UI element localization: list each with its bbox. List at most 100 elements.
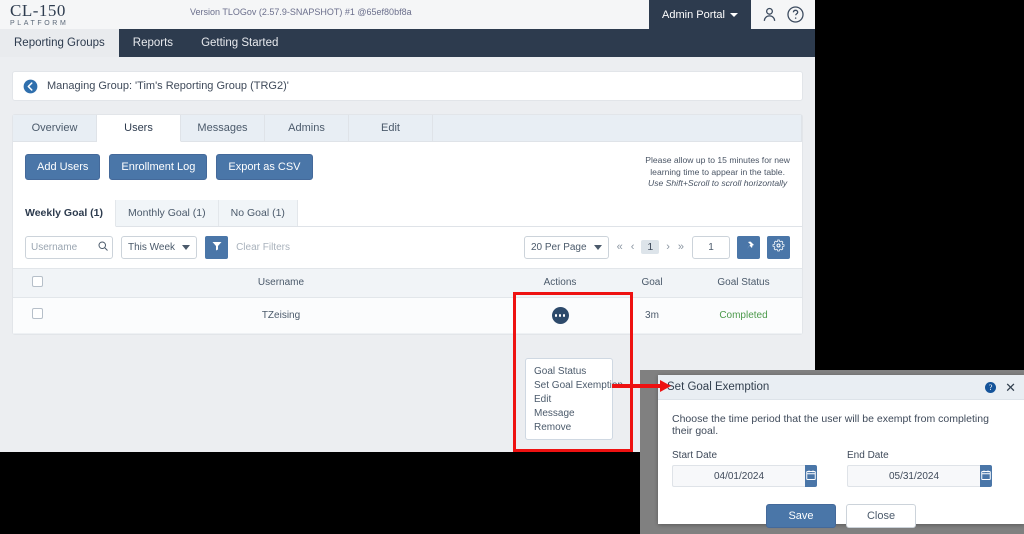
table-header-row: Username Actions Goal Goal Status bbox=[13, 267, 802, 298]
enrollment-log-button[interactable]: Enrollment Log bbox=[109, 154, 208, 180]
tab-label: Overview bbox=[31, 122, 78, 134]
col-username[interactable]: Username bbox=[61, 267, 501, 298]
panel-buttons: Add Users Enrollment Log Export as CSV bbox=[25, 154, 313, 180]
user-icon[interactable] bbox=[760, 5, 779, 24]
pin-icon bbox=[743, 240, 755, 255]
subtab-label: Weekly Goal (1) bbox=[25, 206, 104, 219]
pin-button[interactable] bbox=[737, 235, 760, 259]
nav-label: Reports bbox=[132, 37, 174, 49]
tab-overview[interactable]: Overview bbox=[13, 115, 97, 141]
col-select bbox=[13, 267, 61, 298]
info-icon[interactable]: ? bbox=[985, 381, 997, 393]
nav-item-reports[interactable]: Reports bbox=[119, 29, 187, 57]
users-table: Username Actions Goal Goal Status TZeisi… bbox=[13, 267, 802, 334]
close-icon[interactable]: ✕ bbox=[1005, 381, 1016, 394]
menu-item-goal-status[interactable]: Goal Status bbox=[526, 364, 612, 378]
gear-icon bbox=[772, 239, 785, 255]
nav-item-getting-started[interactable]: Getting Started bbox=[187, 29, 292, 57]
menu-item-message[interactable]: Message bbox=[526, 406, 612, 420]
table-body: TZeising 3m Completed bbox=[13, 297, 802, 334]
subtab-no-goal[interactable]: No Goal (1) bbox=[218, 199, 298, 226]
annotation-arrow bbox=[612, 380, 671, 392]
table-row: TZeising 3m Completed bbox=[13, 297, 802, 334]
col-goal[interactable]: Goal bbox=[619, 267, 685, 298]
users-panel: Overview Users Messages Admins Edit Add … bbox=[12, 114, 803, 335]
page-jump-input[interactable] bbox=[692, 235, 730, 259]
page-number-1[interactable]: 1 bbox=[641, 240, 660, 255]
modal-header-icons: ? ✕ bbox=[985, 381, 1016, 394]
row-select-cell bbox=[13, 297, 61, 334]
period-select-value: This Week bbox=[128, 241, 176, 253]
first-page-button[interactable]: « bbox=[616, 241, 624, 253]
col-goal-status[interactable]: Goal Status bbox=[685, 267, 802, 298]
modal-footer: Save Close bbox=[672, 504, 1010, 528]
main-nav: Reporting Groups Reports Getting Started bbox=[0, 29, 815, 57]
search-input[interactable] bbox=[31, 241, 97, 253]
panel-tabs: Overview Users Messages Admins Edit bbox=[13, 115, 802, 142]
admin-portal-label: Admin Portal bbox=[662, 8, 725, 21]
cell-username: TZeising bbox=[61, 297, 501, 334]
export-csv-button[interactable]: Export as CSV bbox=[216, 154, 313, 180]
filter-toolbar: This Week Clear Filters 20 Pe bbox=[13, 227, 802, 268]
select-all-checkbox[interactable] bbox=[31, 275, 43, 287]
modal-title: Set Goal Exemption bbox=[667, 381, 770, 393]
cell-goal: 3m bbox=[619, 297, 685, 334]
panel-action-row: Add Users Enrollment Log Export as CSV P… bbox=[13, 142, 802, 200]
subtab-monthly-goal[interactable]: Monthly Goal (1) bbox=[116, 199, 219, 226]
period-select[interactable]: This Week bbox=[121, 235, 198, 259]
nav-label: Reporting Groups bbox=[14, 37, 105, 49]
end-date-input-wrap bbox=[847, 465, 992, 487]
date-range-fields: Start Date End Date bbox=[672, 450, 1010, 487]
ellipsis-icon[interactable] bbox=[551, 306, 569, 324]
admin-portal-dropdown[interactable]: Admin Portal bbox=[649, 0, 751, 29]
start-date-input[interactable] bbox=[672, 465, 805, 487]
subtab-label: Monthly Goal (1) bbox=[128, 206, 206, 219]
search-box[interactable] bbox=[25, 235, 113, 259]
set-goal-exemption-modal: Set Goal Exemption ? ✕ Choose the time p… bbox=[658, 375, 1024, 528]
add-users-button[interactable]: Add Users bbox=[25, 154, 101, 180]
subtab-weekly-goal[interactable]: Weekly Goal (1) bbox=[13, 199, 117, 227]
close-button[interactable]: Close bbox=[846, 504, 916, 528]
last-page-button[interactable]: » bbox=[677, 241, 685, 253]
modal-body: Choose the time period that the user wil… bbox=[658, 400, 1024, 528]
chevron-down-icon bbox=[593, 244, 602, 250]
clear-filters-link[interactable]: Clear Filters bbox=[236, 242, 290, 253]
tab-admins[interactable]: Admins bbox=[265, 115, 349, 141]
back-arrow-icon[interactable] bbox=[23, 79, 38, 94]
end-date-calendar-button[interactable] bbox=[980, 465, 992, 487]
help-icon[interactable] bbox=[786, 5, 805, 24]
tab-label: Admins bbox=[288, 122, 325, 134]
menu-item-remove[interactable]: Remove bbox=[526, 420, 612, 434]
nav-label: Getting Started bbox=[201, 37, 279, 49]
filter-button[interactable] bbox=[205, 235, 229, 259]
save-button[interactable]: Save bbox=[766, 504, 836, 528]
app-logo: CL-150 PLATFORM bbox=[0, 2, 68, 27]
row-checkbox[interactable] bbox=[31, 308, 43, 320]
calendar-icon bbox=[980, 469, 992, 484]
version-text: Version TLOGov (2.57.9-SNAPSHOT) #1 @65e… bbox=[190, 7, 412, 17]
next-page-button[interactable]: › bbox=[665, 241, 671, 253]
notice-line-3: Use Shift+Scroll to scroll horizontally bbox=[648, 178, 788, 189]
page-content: Managing Group: 'Tim's Reporting Group (… bbox=[0, 57, 815, 335]
nav-item-reporting-groups[interactable]: Reporting Groups bbox=[0, 29, 119, 57]
funnel-icon bbox=[211, 240, 223, 255]
tab-users[interactable]: Users bbox=[97, 115, 181, 142]
per-page-select[interactable]: 20 Per Page bbox=[523, 235, 609, 259]
managing-group-banner: Managing Group: 'Tim's Reporting Group (… bbox=[12, 71, 803, 101]
tab-messages[interactable]: Messages bbox=[181, 115, 265, 141]
table-notice: Please allow up to 15 minutes for new le… bbox=[645, 154, 790, 190]
goal-subtabs: Weekly Goal (1) Monthly Goal (1) No Goal… bbox=[13, 199, 802, 227]
prev-page-button[interactable]: ‹ bbox=[630, 241, 636, 253]
settings-button[interactable] bbox=[767, 235, 790, 259]
managing-group-text: Managing Group: 'Tim's Reporting Group (… bbox=[47, 80, 289, 92]
tab-edit[interactable]: Edit bbox=[349, 115, 433, 141]
menu-item-edit[interactable]: Edit bbox=[526, 392, 612, 406]
end-date-input[interactable] bbox=[847, 465, 980, 487]
notice-line-1: Please allow up to 15 minutes for new bbox=[645, 155, 790, 165]
menu-item-set-goal-exemption[interactable]: Set Goal Exemption bbox=[526, 378, 623, 392]
start-date-calendar-button[interactable] bbox=[805, 465, 817, 487]
start-date-input-wrap bbox=[672, 465, 817, 487]
brand-bar: CL-150 PLATFORM Version TLOGov (2.57.9-S… bbox=[0, 0, 815, 29]
page-nav: « ‹ 1 › » bbox=[616, 240, 685, 255]
search-icon[interactable] bbox=[97, 240, 109, 255]
